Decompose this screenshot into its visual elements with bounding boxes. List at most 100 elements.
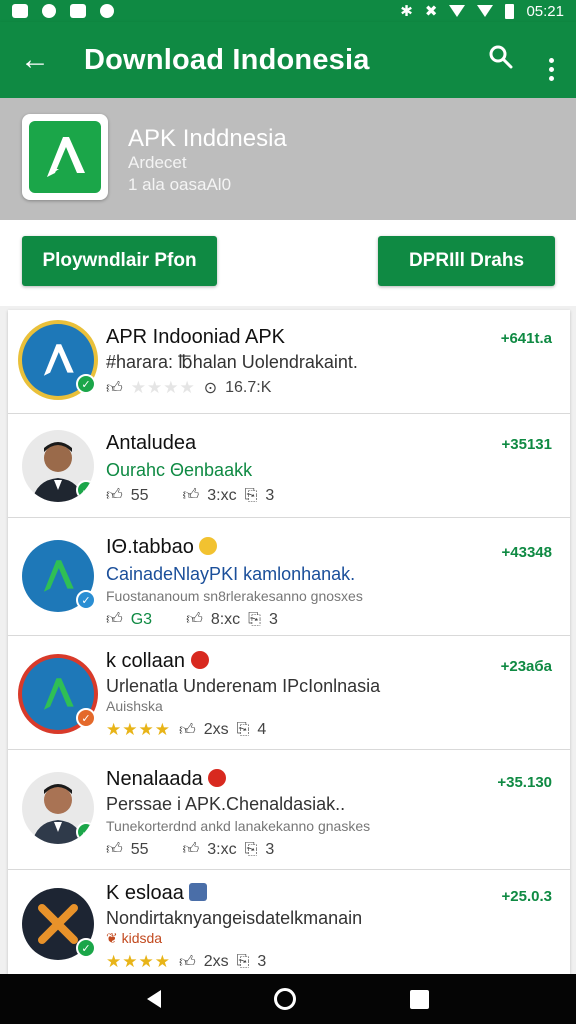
search-icon[interactable] [476,44,526,77]
item-count: +35131 [501,436,552,453]
record-icon [42,4,56,18]
thumb-icon[interactable]: 👍︎ [183,840,200,859]
arrow-back-icon[interactable]: ← [0,45,70,75]
item-subtext: ❦ kidsda [106,930,163,946]
shield-emoji-icon [189,883,208,901]
verified-badge-icon: ✓ [76,480,94,500]
nav-home-icon[interactable] [274,988,297,1010]
list-item[interactable]: ✓ Antaludea Ourahc Θenbaakk +35131 👍︎ 55… [8,414,570,518]
rating-stars: ★★★★ [106,720,171,739]
nav-recents-icon[interactable] [410,989,430,1009]
item-title: Antaludea [106,432,197,454]
item-stats: 👍︎ ★★★★ ⊙ 16.7:K [106,378,271,398]
item-count: +641t.a [500,330,552,347]
like-count: G3 [130,610,153,628]
thumb-icon[interactable]: 👍︎ [179,721,196,740]
avatar: ✓ [22,540,96,612]
download-icon: ⊙ [203,380,218,397]
rating-stars: ★★★★ [130,378,196,397]
avatar: ✓ [22,888,96,960]
share-icon[interactable]: ⎘ [237,953,250,971]
reply-count: 3:xc [207,840,237,858]
battery-icon [505,3,515,19]
reply-count: 3:xc [207,486,237,504]
thumb-icon[interactable]: 👍︎ [183,486,200,505]
share-count: 3 [257,953,267,970]
item-stats: ★★★★ 👍︎ 2xs ⎘ 3 [106,952,266,972]
app-developer: Ardecet [128,153,187,172]
list-item[interactable]: ✓ IΘ.tabbao CainadeNlayPKI kamlonhanak. … [8,518,570,636]
verified-badge-icon: ✓ [76,938,96,958]
apk-logo-icon [47,137,85,177]
share-count: 3 [268,610,278,628]
share-icon[interactable]: ⎘ [245,841,258,859]
item-title: K esloaa [106,882,208,905]
app-meta: 1 ala oasaAl0 [128,175,232,194]
share-icon[interactable]: ⎘ [248,611,261,629]
list-item[interactable]: ✓ K esloaa Nondirtaknyangeisdatelkmanain… [8,870,570,974]
page-title: Download Indonesia [84,43,370,76]
item-stats: 👍︎ G3 👍︎ 8:xc ⎘ 3 [106,610,278,629]
verified-badge-icon: ✓ [76,822,94,842]
avatar: ✓ [22,430,94,502]
reply-count: 8:xc [210,610,241,628]
item-title: Nenalaada [106,768,227,791]
app-name: APK Inddnesia [128,125,287,152]
thumb-up-icon[interactable]: 👍︎ [106,486,123,505]
share-count: 3 [265,486,275,504]
smile-emoji-icon [199,537,218,555]
item-subtext: Auishska [106,698,163,714]
app-logo [22,114,108,200]
vibrate-icon: ✖ [424,3,438,20]
item-count: +25.0.3 [501,888,552,905]
status-bar: ✱ ✖ 05:21 [0,0,576,22]
rating-stars: ★★★★ [106,952,171,971]
like-count: 55 [130,840,149,858]
verified-badge-icon: ✓ [76,708,96,728]
fire-emoji-icon [190,651,209,669]
item-title: IΘ.tabbao [106,536,218,559]
thumb-icon[interactable]: 👍︎ [186,610,203,629]
thumb-up-icon[interactable]: 👍︎ [106,610,123,629]
verified-badge-icon: ✓ [76,590,96,610]
thumb-up-icon[interactable]: 👍︎ [106,840,123,859]
wifi-icon [449,5,466,17]
primary-button[interactable]: Ploywndlair Pfon [22,236,217,286]
list-item[interactable]: ✓ k collaan Urlenatla Underenam IPcIonln… [8,636,570,750]
app-icon [70,4,86,18]
nav-back-icon[interactable] [146,990,161,1008]
reply-count: 2xs [203,721,229,738]
list-item[interactable]: ✓ Nenalaada Perssae i APK.Chenaldasiak..… [8,750,570,870]
navigation-bar [0,974,576,1024]
item-stats: 👍︎ 55 👍︎ 3:xc ⎘ 3 [106,486,274,505]
avatar: ✓ [22,772,94,844]
signal-icon [477,5,494,17]
item-count: +43348 [501,544,552,561]
item-subtext: Fuostananoum sn8rlerakesanno gnosxes [106,588,363,604]
more-vert-icon[interactable] [526,39,576,81]
item-count: +23аба [500,658,552,675]
share-icon[interactable]: ⎘ [237,721,250,739]
download-count: 16.7:K [225,379,272,396]
avatar: ✓ [22,324,96,396]
check-emoji-icon [208,769,227,787]
thumb-up-icon[interactable]: 👍︎ [106,379,123,398]
list-item[interactable]: ✓ APR Indooniad APK #harara: ℔halan Uole… [8,310,570,414]
sync-icon [100,4,114,18]
thumb-icon[interactable]: 👍︎ [179,953,196,972]
item-description: Urlenatla Underenam IPcIonlnasia [106,676,381,696]
item-count: +35.130 [497,774,552,791]
share-count: 3 [265,840,275,858]
verified-badge-icon: ✓ [76,374,96,394]
avatar: ✓ [22,658,96,730]
item-description: Perssae i APK.Chenaldasiak.. [106,794,346,814]
bluetooth-icon: ✱ [400,3,413,20]
app-header: APK Inddnesia Ardecet 1 ala oasaAl0 [0,98,576,220]
app-list: ✓ APR Indooniad APK #harara: ℔halan Uole… [8,310,570,974]
item-stats: ★★★★ 👍︎ 2xs ⎘ 4 [106,720,266,740]
share-icon[interactable]: ⎘ [245,487,258,505]
secondary-button[interactable]: DPRIll Drahs [378,236,555,286]
item-stats: 👍︎ 55 👍︎ 3:xc ⎘ 3 [106,840,274,859]
item-title: k collaan [106,650,209,673]
item-description: #harara: ℔halan Uolendrakaint. [106,352,358,372]
